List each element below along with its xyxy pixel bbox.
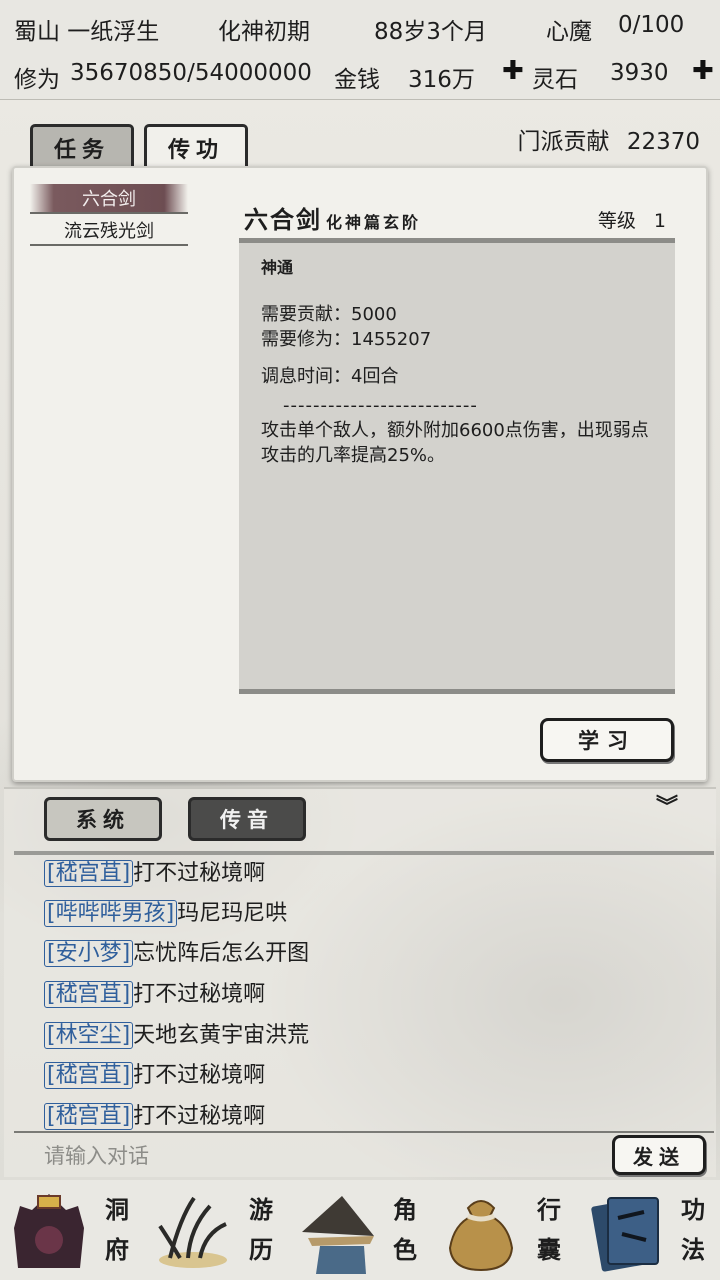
detail-divider: --------------------------: [283, 395, 478, 416]
collapse-chevron-icon[interactable]: ︾: [656, 797, 678, 819]
cultivation-value: 35670850/54000000: [70, 60, 312, 86]
chat-text: 打不过秘境啊: [133, 1104, 266, 1129]
tab-task[interactable]: 任务: [30, 124, 134, 168]
nav-label: 角色: [393, 1195, 417, 1264]
nav-item-bag[interactable]: 行囊: [432, 1180, 576, 1280]
chat-message: [嵇宫苴] 打不过秘境啊: [44, 1057, 265, 1089]
nav-item-character[interactable]: 角色: [288, 1180, 432, 1280]
scroll-books-icon: [591, 1197, 659, 1272]
skill-description: 攻击单个敌人，额外附加6600点伤害，出现弱点攻击的几率提高25%。: [261, 420, 649, 466]
chat-message: [安小梦] 忘忧阵后怎么开图: [44, 935, 309, 967]
sect-contribution: 门派贡献 22370: [518, 122, 700, 156]
chat-username[interactable]: [嵇宫苴]: [44, 860, 134, 887]
nav-item-cave[interactable]: 洞府: [0, 1180, 144, 1280]
nav-label: 游历: [249, 1195, 273, 1264]
learn-button[interactable]: 学习: [540, 718, 674, 762]
chat-tab-system[interactable]: 系统: [44, 797, 162, 841]
player-sect-name: 蜀山 一纸浮生: [14, 19, 160, 45]
chat-text: 打不过秘境啊: [133, 861, 266, 886]
nav-item-travel[interactable]: 游历: [144, 1180, 288, 1280]
bottom-nav: 洞府 游历 角色 行囊 功法: [0, 1180, 720, 1280]
chat-text: 打不过秘境啊: [133, 1063, 266, 1088]
spirit-stone-label: 灵石: [532, 67, 578, 93]
chat-username[interactable]: [哔哔哔男孩]: [44, 900, 178, 927]
bag-icon: [448, 1200, 514, 1272]
cultivation-label: 修为: [14, 67, 60, 93]
nav-label: 行囊: [537, 1195, 561, 1264]
contribution-value: 22370: [626, 129, 700, 155]
skill-tag: 化神篇玄阶: [326, 213, 422, 232]
chat-message: [嵇宫苴] 打不过秘境啊: [44, 1098, 265, 1130]
chat-username[interactable]: [嵇宫苴]: [44, 1103, 134, 1130]
add-money-icon[interactable]: ✚: [502, 56, 524, 86]
chat-username[interactable]: [嵇宫苴]: [44, 981, 134, 1008]
travel-grass-icon: [158, 1196, 227, 1268]
money-value: 316万: [408, 67, 475, 93]
required-contribution: 需要贡献：5000: [261, 304, 397, 325]
chat-text: 天地玄黄宇宙洪荒: [133, 1023, 310, 1048]
skill-name: 六合剑: [244, 205, 322, 234]
level-label: 等级: [597, 210, 636, 232]
chat-panel: 系统 传音 ︾ [嵇宫苴] 打不过秘境啊 [哔哔哔男孩] 玛尼玛尼哄 [安小梦] 忘忧…: [4, 787, 716, 1177]
status-bar: 蜀山 一纸浮生 化神初期 88岁3个月 心魔 0/100 修为 35670850…: [0, 0, 720, 100]
skill-panel: 六合剑 流云残光剑 六合剑 化神篇玄阶 等级 1 神通 需要贡献：5000 需要修为…: [12, 166, 708, 782]
nav-label: 洞府: [105, 1195, 129, 1264]
chat-input[interactable]: [44, 1139, 604, 1173]
skill-kind: 神通: [261, 258, 294, 277]
skill-level: 等级 1: [598, 206, 666, 233]
chat-text: 玛尼玛尼哄: [177, 901, 288, 926]
chat-divider-bottom: [14, 1131, 714, 1133]
required-cultivation: 需要修为：1455207: [261, 329, 432, 350]
player-realm: 化神初期: [218, 19, 310, 45]
cave-dwelling-icon: [14, 1194, 84, 1268]
contribution-label: 门派贡献: [517, 129, 610, 155]
player-age: 88岁3个月: [374, 19, 487, 45]
chat-message: [嵇宫苴] 打不过秘境啊: [44, 855, 265, 887]
tab-transmit[interactable]: 传功: [144, 124, 248, 168]
heart-demon-value: 0/100: [618, 12, 685, 38]
send-button[interactable]: 发送: [612, 1135, 706, 1175]
skill-list-item[interactable]: 流云残光剑: [30, 216, 188, 246]
character-hat-icon: [302, 1196, 374, 1274]
money-label: 金钱: [334, 67, 380, 93]
level-value: 1: [653, 210, 666, 232]
nav-item-skills[interactable]: 功法: [576, 1180, 720, 1280]
chat-username[interactable]: [安小梦]: [44, 940, 134, 967]
chat-message: [林空尘] 天地玄黄宇宙洪荒: [44, 1017, 309, 1049]
chat-message: [哔哔哔男孩] 玛尼玛尼哄: [44, 895, 287, 927]
chat-username[interactable]: [嵇宫苴]: [44, 1062, 134, 1089]
chat-tab-whisper[interactable]: 传音: [188, 797, 306, 841]
chat-text: 打不过秘境啊: [133, 982, 266, 1007]
chat-username[interactable]: [林空尘]: [44, 1022, 134, 1049]
cooldown-time: 调息时间：4回合: [261, 366, 399, 387]
add-spirit-stone-icon[interactable]: ✚: [692, 56, 714, 86]
chat-message: [嵇宫苴] 打不过秘境啊: [44, 976, 265, 1008]
nav-label: 功法: [681, 1195, 705, 1264]
heart-demon-label: 心魔: [546, 19, 592, 45]
chat-text: 忘忧阵后怎么开图: [133, 941, 310, 966]
spirit-stone-value: 3930: [610, 60, 669, 86]
skill-detail-box: 神通 需要贡献：5000 需要修为：1455207 调息时间：4回合 -----…: [239, 238, 675, 694]
skill-list-item-selected[interactable]: 六合剑: [30, 184, 188, 214]
skill-title: 六合剑 化神篇玄阶: [244, 200, 421, 235]
